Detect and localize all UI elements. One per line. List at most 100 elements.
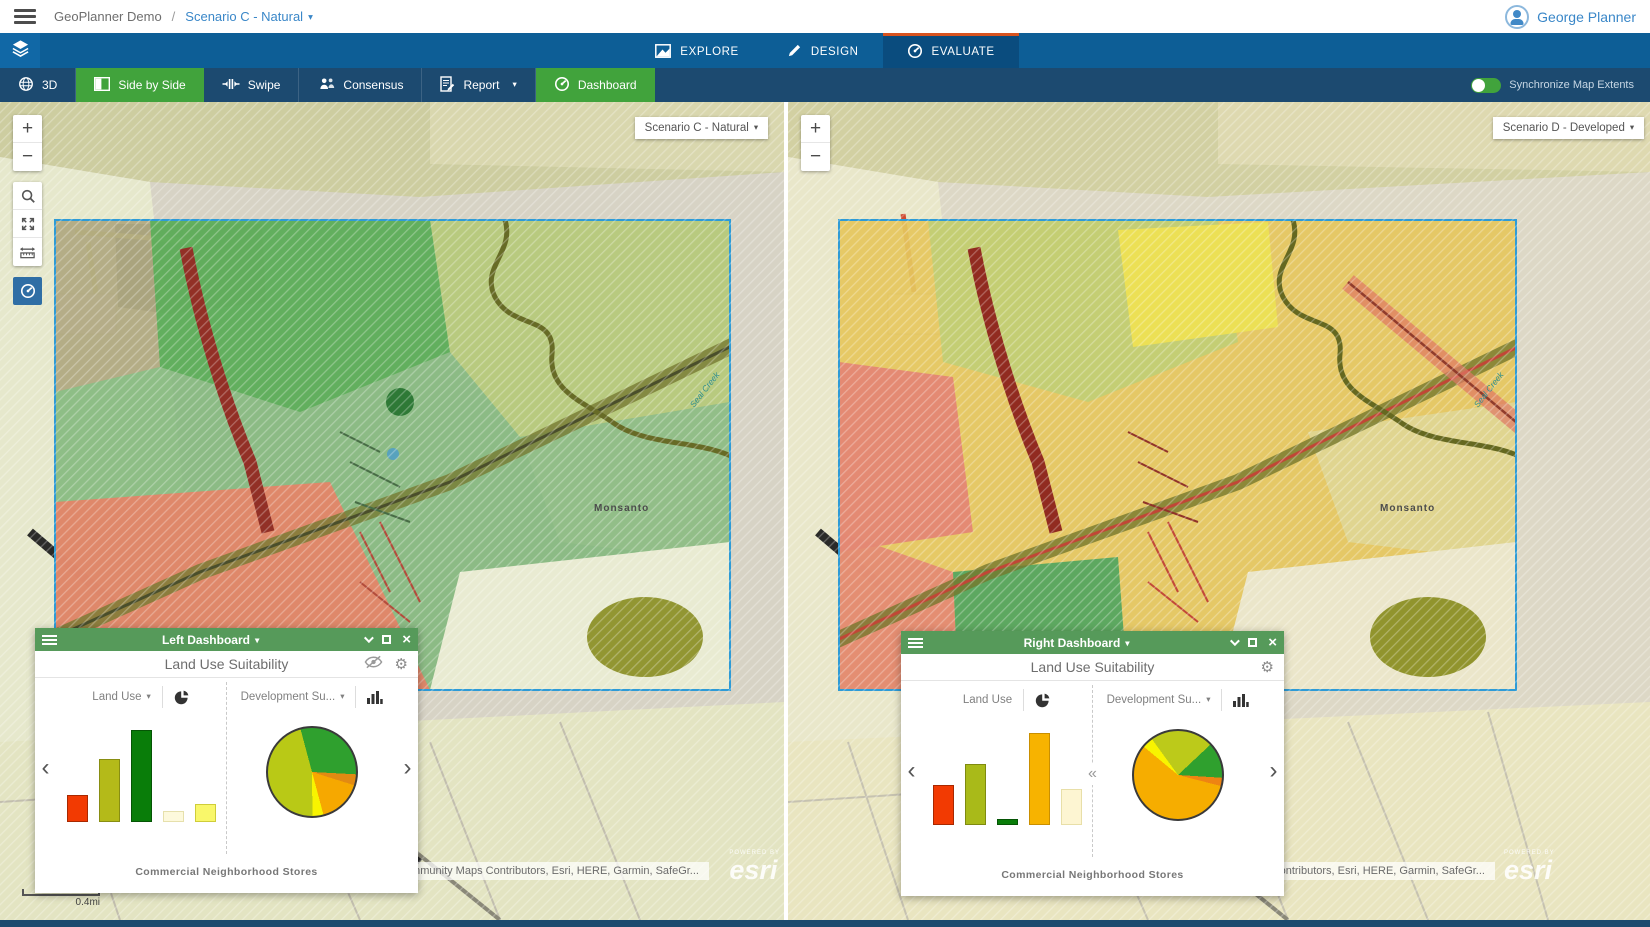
dashboard-tool-button[interactable]: [13, 277, 42, 305]
side-by-side-button[interactable]: Side by Side: [76, 68, 203, 102]
esri-logo-right: POWERED BYesri: [1504, 850, 1555, 884]
chart-field-dropdown[interactable]: Land Use: [92, 691, 150, 703]
zoom-in-button[interactable]: +: [13, 115, 42, 143]
zoom-in-button[interactable]: +: [801, 115, 830, 143]
chart-caption: Commercial Neighborhood Stores: [35, 854, 418, 893]
pie-chart-cell: Development Su...: [1092, 685, 1263, 857]
swipe-button[interactable]: Swipe: [204, 68, 300, 102]
map-right[interactable]: Monsanto Seal Creek + − Scenario D - Dev…: [788, 102, 1650, 920]
scenario-selector-right[interactable]: Scenario D - Developed: [1493, 117, 1644, 139]
expand-icon: [20, 216, 36, 232]
evaluate-icon: [907, 43, 923, 62]
esri-logo-left: POWERED BYesri: [729, 850, 780, 884]
map-tools-left: + −: [13, 115, 42, 305]
bottom-border-strip: [0, 920, 1650, 927]
widget-title: Land Use Suitability: [1031, 659, 1155, 675]
measure-icon: [19, 245, 36, 259]
dashboard-button[interactable]: Dashboard: [536, 68, 655, 102]
consensus-icon: [319, 77, 335, 94]
chart-field-dropdown[interactable]: Development Su...: [1107, 694, 1211, 706]
zoom-out-button[interactable]: −: [801, 143, 830, 171]
carousel-next-arrow[interactable]: ›: [1263, 685, 1284, 857]
consensus-button[interactable]: Consensus: [301, 68, 422, 102]
full-extent-button[interactable]: [13, 210, 42, 238]
pie-chart-toggle-icon[interactable]: [174, 689, 190, 705]
maximize-panel-icon[interactable]: [1248, 638, 1257, 647]
tab-evaluate-label: EVALUATE: [932, 46, 995, 58]
panel-menu-icon[interactable]: [42, 635, 57, 645]
right-dashboard-header[interactable]: Right Dashboard ×: [901, 631, 1284, 654]
main-navbar: EXPLORE DESIGN EVALUATE: [0, 33, 1650, 68]
panel-menu-icon[interactable]: [908, 638, 923, 648]
globe-icon: [18, 76, 34, 95]
gauge-icon: [20, 283, 36, 299]
bar-chart-cell: Land Use: [922, 685, 1092, 857]
gauge-icon: [554, 76, 570, 95]
dashboard-label: Dashboard: [578, 78, 637, 92]
widget-settings-gear-icon[interactable]: ⚙: [1261, 660, 1274, 675]
development-suitability-pie-chart: [266, 726, 358, 818]
tab-explore[interactable]: EXPLORE: [631, 33, 763, 68]
map-compare-area: Monsanto Seal Creek + −: [0, 102, 1650, 920]
measure-button[interactable]: [13, 238, 42, 266]
left-dashboard-header[interactable]: Left Dashboard ×: [35, 628, 418, 651]
land-use-bar-chart: [67, 730, 216, 822]
user-avatar-icon[interactable]: [1505, 5, 1529, 29]
tab-design[interactable]: DESIGN: [763, 33, 883, 68]
3d-button[interactable]: 3D: [0, 68, 76, 102]
top-app-bar: GeoPlanner Demo / Scenario C - Natural G…: [0, 0, 1650, 33]
carousel-next-arrow[interactable]: ›: [397, 682, 418, 854]
synchronize-extents-toggle[interactable]: [1471, 78, 1501, 93]
swipe-icon: [222, 77, 240, 94]
close-panel-icon[interactable]: ×: [402, 632, 411, 647]
map-left[interactable]: Monsanto Seal Creek + −: [0, 102, 784, 920]
collapse-charts-arrows[interactable]: «: [1088, 763, 1097, 785]
scenario-selector-left[interactable]: Scenario C - Natural: [635, 117, 768, 139]
maximize-panel-icon[interactable]: [382, 635, 391, 644]
collapse-panel-icon[interactable]: [1230, 636, 1240, 646]
chart-field-dropdown[interactable]: Land Use: [963, 694, 1012, 706]
design-icon: [787, 43, 802, 61]
report-dropdown-button[interactable]: Report: [422, 68, 535, 102]
side-by-side-label: Side by Side: [118, 78, 185, 92]
user-name[interactable]: George Planner: [1537, 9, 1636, 25]
bar-chart-cell: Land Use: [56, 682, 226, 854]
bar-chart-toggle-icon[interactable]: [1233, 693, 1249, 707]
3d-button-label: 3D: [42, 78, 57, 92]
map-tools-right: + −: [801, 115, 830, 171]
carousel-prev-arrow[interactable]: ‹: [901, 685, 922, 857]
search-button[interactable]: [13, 182, 42, 210]
chart-field-dropdown[interactable]: Development Su...: [241, 691, 345, 703]
left-dashboard-title-dropdown[interactable]: Left Dashboard: [57, 633, 364, 647]
place-label: Monsanto: [594, 503, 649, 514]
side-by-side-icon: [94, 77, 110, 94]
breadcrumb-separator: /: [172, 9, 176, 24]
zoom-out-button[interactable]: −: [13, 143, 42, 171]
pie-chart-cell: Development Su...: [226, 682, 397, 854]
right-dashboard-panel: Right Dashboard × Land Use Suitability ⚙…: [901, 631, 1284, 896]
tab-design-label: DESIGN: [811, 46, 859, 58]
land-use-bar-chart: [933, 733, 1082, 825]
swipe-label: Swipe: [248, 78, 281, 92]
right-dashboard-title-dropdown[interactable]: Right Dashboard: [923, 636, 1230, 650]
breadcrumb-app-title: GeoPlanner Demo: [54, 9, 162, 24]
carousel-prev-arrow[interactable]: ‹: [35, 682, 56, 854]
widget-title: Land Use Suitability: [165, 656, 289, 672]
report-icon: [440, 76, 455, 95]
app-menu-icon[interactable]: [14, 9, 36, 24]
tab-evaluate[interactable]: EVALUATE: [883, 33, 1019, 68]
scale-label: 0.4mi: [22, 897, 100, 908]
visibility-off-icon[interactable]: [364, 655, 383, 674]
tab-explore-label: EXPLORE: [680, 46, 739, 58]
widget-settings-gear-icon[interactable]: ⚙: [395, 657, 408, 672]
bar-chart-toggle-icon[interactable]: [367, 690, 383, 704]
collapse-panel-icon[interactable]: [364, 633, 374, 643]
evaluate-toolbar: 3D Side by Side Swipe Consensus Report D…: [0, 68, 1650, 102]
search-icon: [20, 188, 36, 204]
close-panel-icon[interactable]: ×: [1268, 635, 1277, 650]
pie-chart-toggle-icon[interactable]: [1035, 692, 1051, 708]
synchronize-extents-label: Synchronize Map Extents: [1509, 79, 1634, 91]
breadcrumb-scenario-dropdown[interactable]: Scenario C - Natural: [185, 9, 312, 24]
explore-icon: [655, 44, 671, 61]
place-label: Monsanto: [1380, 503, 1435, 514]
